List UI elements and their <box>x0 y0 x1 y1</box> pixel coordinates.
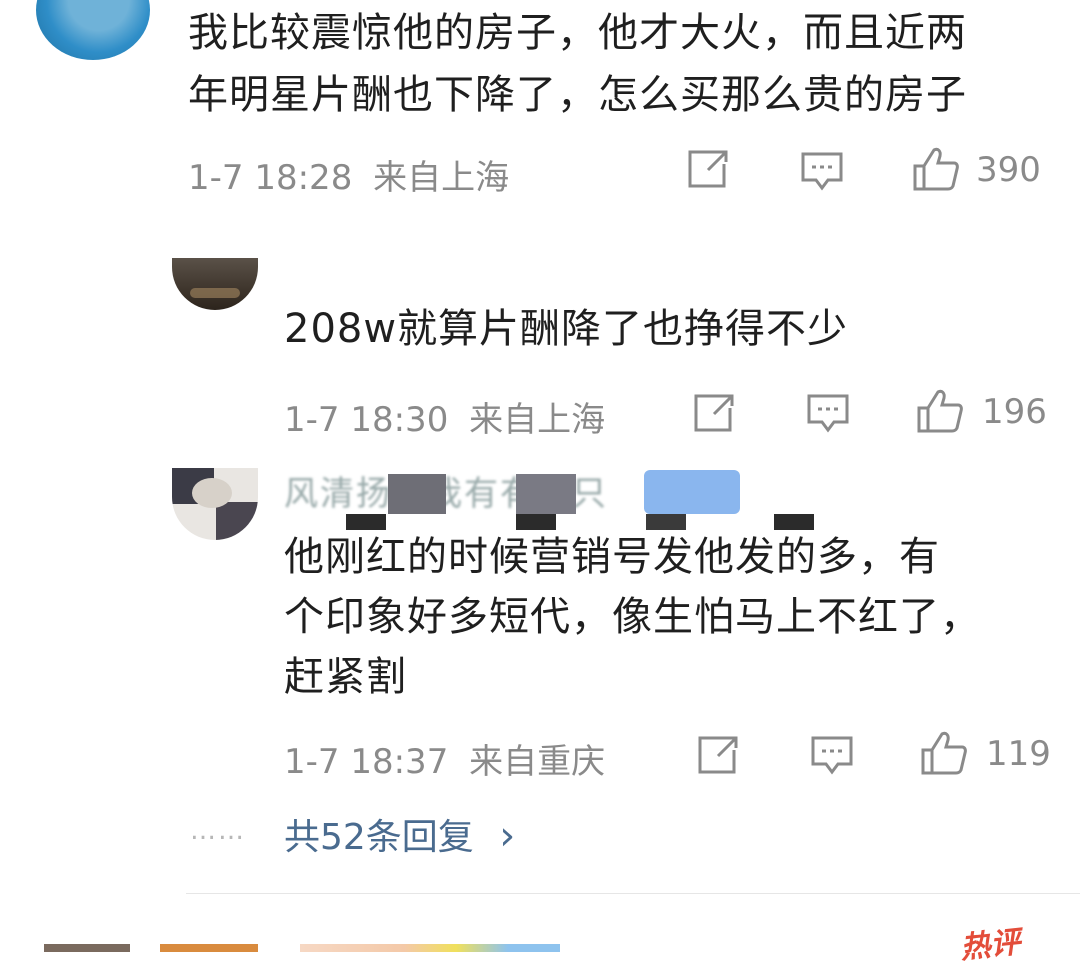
comment-location: 来自上海 <box>469 400 606 440</box>
chevron-right-icon: › <box>499 813 516 859</box>
image-thumb[interactable] <box>300 944 560 952</box>
comment-time: 1-7 18:28 <box>188 158 353 198</box>
comment-icon[interactable] <box>810 734 854 776</box>
comment-icon[interactable] <box>806 392 850 434</box>
hot-badge: 热评 <box>958 924 1023 967</box>
comment-meta: 1-7 18:28 来自上海 <box>188 150 509 199</box>
comment-meta: 1-7 18:30 来自上海 <box>284 392 605 441</box>
username[interactable]: 风清扬有我有有一只 <box>284 466 814 530</box>
divider <box>186 893 1080 894</box>
comment-meta: 1-7 18:37 来自重庆 <box>284 734 605 783</box>
avatar[interactable] <box>172 258 258 310</box>
comment-icon[interactable] <box>800 150 844 192</box>
comment-text: 他刚红的时候营销号发他发的多，有 个印象好多短代，像生怕马上不红了， 赶紧割 <box>284 528 981 706</box>
share-icon[interactable] <box>696 734 740 776</box>
reply-dots: …… <box>190 816 246 846</box>
comment-text-line: 年明星片酬也下降了，怎么买那么贵的房子 <box>188 72 967 118</box>
comment-location: 来自重庆 <box>469 742 606 782</box>
image-thumb[interactable] <box>160 944 258 952</box>
comment-location: 来自上海 <box>373 158 510 198</box>
comment-text-line: 赶紧割 <box>284 654 407 700</box>
comment-text-line: 他刚红的时候营销号发他发的多，有 <box>284 534 940 580</box>
avatar[interactable] <box>172 468 258 540</box>
share-icon[interactable] <box>686 148 730 190</box>
comment-text: 我比较震惊他的房子，他才大火，而且近两 年明星片酬也下降了，怎么买那么贵的房子 <box>188 4 967 124</box>
view-replies-link[interactable]: 共52条回复 › <box>284 808 515 860</box>
like-count: 390 <box>976 150 1041 190</box>
like-icon[interactable] <box>912 146 960 192</box>
comment-text-line: 我比较震惊他的房子，他才大火，而且近两 <box>188 10 967 56</box>
comment-text: 208w就算片酬降了也挣得不少 <box>284 306 849 352</box>
like-count: 196 <box>982 392 1047 432</box>
comment-text-line: 个印象好多短代，像生怕马上不红了， <box>284 594 981 640</box>
like-count: 119 <box>986 734 1051 774</box>
like-icon[interactable] <box>916 388 964 434</box>
avatar[interactable] <box>44 944 130 952</box>
avatar[interactable] <box>36 0 150 60</box>
comment-time: 1-7 18:30 <box>284 400 449 440</box>
share-icon[interactable] <box>692 392 736 434</box>
view-replies-label: 共52条回复 <box>284 817 474 858</box>
comment-time: 1-7 18:37 <box>284 742 449 782</box>
like-icon[interactable] <box>920 730 968 776</box>
